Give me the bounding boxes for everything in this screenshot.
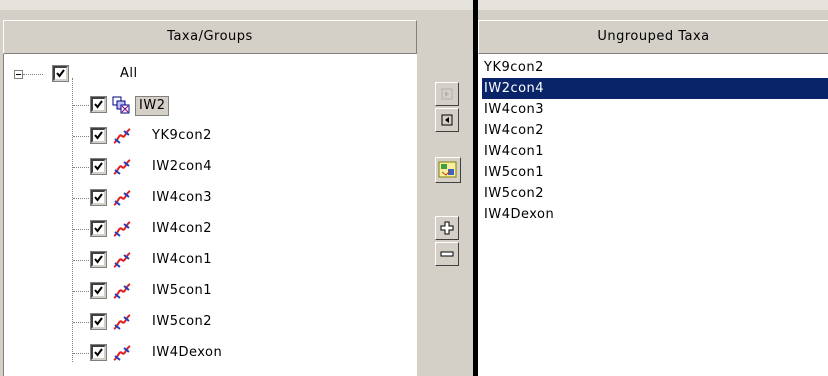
transfer-toolbar bbox=[419, 10, 473, 376]
checkmark-icon bbox=[94, 286, 103, 295]
taxon-label: IW5con1 bbox=[152, 283, 213, 298]
taxa-groups-tree[interactable]: All IW2 YK9con2 IW2con4 IW4con3 IW4con2 IW4c… bbox=[3, 54, 419, 376]
tree-row-taxon[interactable]: IW4con2 bbox=[4, 218, 304, 240]
taxon-icon bbox=[112, 220, 132, 246]
taxon-icon bbox=[112, 127, 132, 153]
tree-row-taxon[interactable]: IW4Dexon bbox=[4, 342, 304, 364]
taxon-label: IW4con3 bbox=[152, 190, 213, 205]
move-left-arrow-icon bbox=[441, 114, 453, 126]
taxon-icon bbox=[112, 189, 132, 215]
tree-connector bbox=[73, 136, 89, 137]
taxon-checkbox[interactable] bbox=[90, 189, 107, 206]
checkmark-icon bbox=[94, 162, 103, 171]
tree-row-root[interactable]: All bbox=[4, 63, 304, 85]
tree-row-taxon[interactable]: IW4con1 bbox=[4, 249, 304, 271]
ungrouped-taxa-header-label: Ungrouped Taxa bbox=[597, 29, 710, 44]
ungrouped-taxon-item[interactable]: IW4con1 bbox=[482, 141, 828, 162]
taxon-checkbox[interactable] bbox=[90, 127, 107, 144]
checkmark-icon bbox=[56, 69, 65, 78]
taxa-groups-header-label: Taxa/Groups bbox=[167, 29, 253, 44]
taxon-checkbox[interactable] bbox=[90, 158, 107, 175]
ungrouped-taxa-list[interactable]: YK9con2 IW2con4 IW4con3 IW4con2 IW4con1 IW5co… bbox=[478, 54, 828, 376]
taxon-checkbox[interactable] bbox=[90, 313, 107, 330]
checkmark-icon bbox=[94, 100, 103, 109]
taxon-label: IW4con1 bbox=[152, 252, 213, 267]
taxon-label: IW4con2 bbox=[152, 221, 213, 236]
taxon-checkbox[interactable] bbox=[90, 220, 107, 237]
group-label[interactable]: IW2 bbox=[135, 96, 170, 116]
ungrouped-taxon-item[interactable]: IW4con3 bbox=[482, 99, 828, 120]
group-checkbox[interactable] bbox=[90, 96, 107, 113]
tree-row-taxon[interactable]: IW5con1 bbox=[4, 280, 304, 302]
tree-connector bbox=[73, 167, 89, 168]
tree-connector bbox=[73, 322, 89, 323]
tree-row-taxon[interactable]: IW4con3 bbox=[4, 187, 304, 209]
tree-row-taxon[interactable]: YK9con2 bbox=[4, 125, 304, 147]
new-group-icon bbox=[438, 161, 457, 178]
move-right-arrow-icon bbox=[441, 88, 453, 100]
remove-group-button[interactable] bbox=[435, 242, 459, 266]
root-checkbox[interactable] bbox=[52, 65, 69, 82]
tree-connector bbox=[73, 198, 89, 199]
new-group-button[interactable] bbox=[435, 157, 461, 183]
checkmark-icon bbox=[94, 255, 103, 264]
taxon-label: IW2con4 bbox=[152, 159, 213, 174]
tree-row-taxon[interactable]: IW2con4 bbox=[4, 156, 304, 178]
plus-icon bbox=[440, 221, 454, 235]
tree-connector bbox=[73, 291, 89, 292]
taxon-label: IW5con2 bbox=[152, 314, 213, 329]
ungrouped-taxon-item[interactable]: YK9con2 bbox=[482, 57, 828, 78]
move-right-button[interactable] bbox=[435, 82, 459, 106]
ungrouped-taxon-item[interactable]: IW4Dexon bbox=[482, 204, 828, 225]
taxon-icon bbox=[112, 251, 132, 277]
root-label: All bbox=[120, 66, 138, 81]
minus-icon bbox=[440, 251, 454, 257]
ungrouped-taxon-item[interactable]: IW4con2 bbox=[482, 120, 828, 141]
ungrouped-taxon-item[interactable]: IW2con4 bbox=[482, 78, 828, 99]
taxon-checkbox[interactable] bbox=[90, 282, 107, 299]
taxon-icon bbox=[112, 344, 132, 370]
tree-row-taxon[interactable]: IW5con2 bbox=[4, 311, 304, 333]
add-group-button[interactable] bbox=[435, 216, 459, 240]
tree-row-group[interactable]: IW2 bbox=[4, 94, 304, 116]
taxon-icon bbox=[112, 313, 132, 339]
taxon-label: IW4Dexon bbox=[152, 345, 223, 360]
tree-connector bbox=[73, 260, 89, 261]
tree-connector bbox=[73, 353, 89, 354]
checkmark-icon bbox=[94, 224, 103, 233]
collapse-expander-icon[interactable] bbox=[14, 70, 23, 79]
checkmark-icon bbox=[94, 348, 103, 357]
ungrouped-taxon-item[interactable]: IW5con1 bbox=[482, 162, 828, 183]
taxon-icon bbox=[112, 282, 132, 308]
tree-connector bbox=[73, 105, 89, 106]
checkmark-icon bbox=[94, 193, 103, 202]
checkmark-icon bbox=[94, 317, 103, 326]
group-icon bbox=[112, 96, 130, 114]
taxa-groups-header: Taxa/Groups bbox=[3, 20, 417, 54]
checkmark-icon bbox=[94, 131, 103, 140]
taxon-label: YK9con2 bbox=[152, 128, 212, 143]
ungrouped-taxon-item[interactable]: IW5con2 bbox=[482, 183, 828, 204]
tree-connector bbox=[73, 229, 89, 230]
move-left-button[interactable] bbox=[435, 108, 459, 132]
taxon-icon bbox=[112, 158, 132, 184]
ungrouped-taxa-header: Ungrouped Taxa bbox=[478, 20, 828, 54]
taxon-checkbox[interactable] bbox=[90, 251, 107, 268]
taxon-checkbox[interactable] bbox=[90, 344, 107, 361]
top-strip bbox=[0, 0, 828, 10]
